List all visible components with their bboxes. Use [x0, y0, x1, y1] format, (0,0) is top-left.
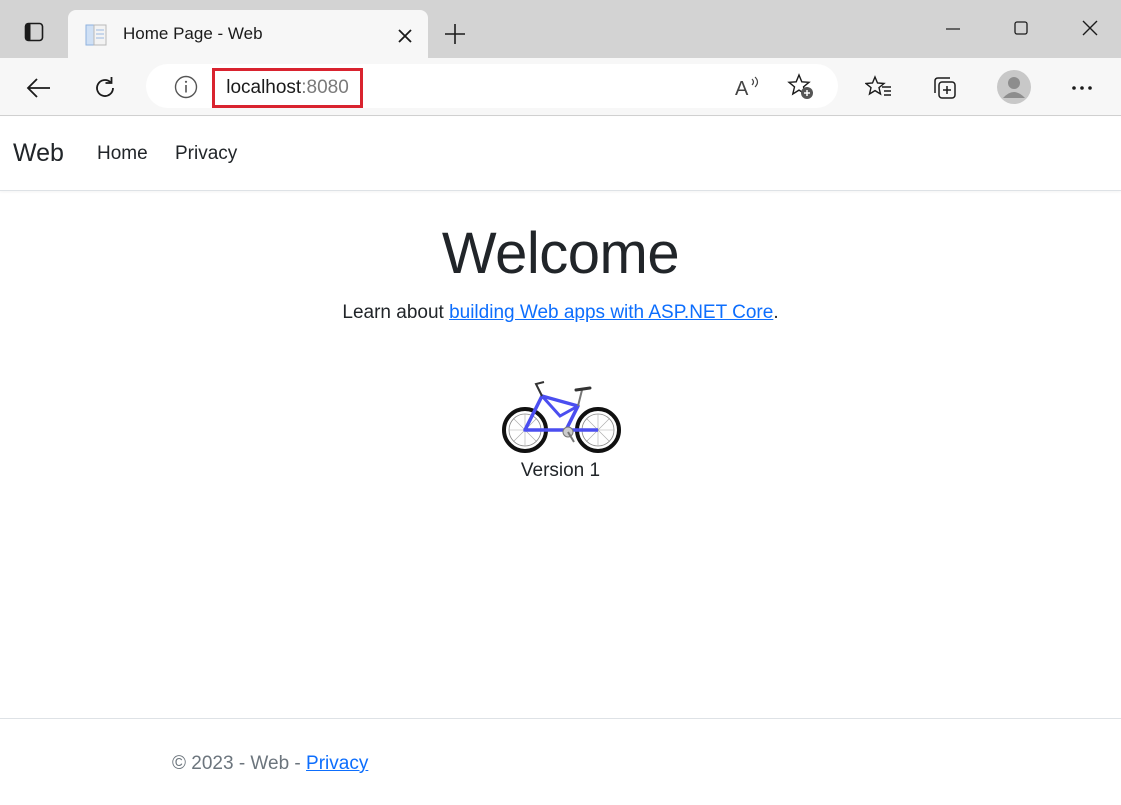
url-port: :8080	[301, 77, 349, 98]
close-icon	[398, 29, 412, 43]
version-label: Version 1	[520, 460, 601, 481]
favorites-button[interactable]	[861, 70, 897, 106]
footer-copyright: © 2023 - Web -	[172, 753, 307, 774]
collections-icon	[934, 77, 956, 99]
star-add-icon	[787, 73, 813, 99]
address-bar[interactable]: localhost:8080 A	[146, 64, 838, 108]
settings-more-button[interactable]	[1064, 70, 1100, 106]
back-button[interactable]	[21, 70, 57, 106]
new-tab-button[interactable]	[438, 17, 472, 51]
browser-toolbar: localhost:8080 A	[0, 58, 1121, 116]
tab-strip: Home Page - Web	[0, 0, 1121, 58]
learn-suffix: .	[773, 302, 779, 323]
tab-actions-button[interactable]	[14, 18, 54, 50]
add-favorite-button[interactable]	[786, 73, 816, 101]
maximize-button[interactable]	[999, 10, 1043, 46]
more-icon	[1072, 86, 1092, 90]
page-favicon-icon	[85, 24, 109, 51]
profile-button[interactable]	[995, 68, 1033, 106]
read-aloud-letter: A	[735, 78, 749, 99]
aspnet-docs-link[interactable]: building Web apps with ASP.NET Core	[449, 302, 773, 323]
site-navbar: Web Home Privacy	[0, 117, 1121, 191]
maximize-icon	[1014, 21, 1028, 35]
refresh-button[interactable]	[87, 70, 123, 106]
url-text[interactable]: localhost:8080	[212, 68, 363, 108]
learn-prefix: Learn about	[342, 302, 450, 323]
url-host: localhost	[226, 77, 302, 98]
site-footer: © 2023 - Web - Privacy	[0, 718, 1121, 805]
navbar-brand[interactable]: Web	[13, 139, 64, 168]
window-close-button[interactable]	[1068, 10, 1112, 46]
site-info-icon[interactable]	[174, 75, 198, 104]
tab-actions-icon	[24, 22, 44, 47]
back-arrow-icon	[26, 78, 50, 98]
nav-link-home[interactable]: Home	[97, 143, 148, 165]
nav-link-privacy[interactable]: Privacy	[175, 143, 237, 165]
avatar	[997, 70, 1031, 104]
minimize-button[interactable]	[931, 10, 975, 46]
tab-close-button[interactable]	[394, 25, 416, 47]
read-aloud-icon: A	[735, 76, 759, 99]
page-heading: Welcome	[441, 221, 680, 286]
tab-title: Home Page - Web	[123, 24, 263, 43]
collections-button[interactable]	[927, 70, 963, 106]
browser-tab[interactable]: Home Page - Web	[68, 10, 428, 58]
bicycle-image	[500, 378, 624, 463]
plus-icon	[445, 24, 465, 44]
minimize-icon	[946, 28, 960, 30]
read-aloud-button[interactable]: A	[732, 73, 762, 101]
footer-privacy-link[interactable]: Privacy	[306, 753, 368, 774]
learn-paragraph: Learn about building Web apps with ASP.N…	[0, 302, 1121, 324]
close-icon	[1082, 20, 1098, 36]
favorites-icon	[865, 75, 891, 96]
footer-text: © 2023 - Web - Privacy	[172, 753, 368, 775]
refresh-icon	[96, 77, 114, 97]
